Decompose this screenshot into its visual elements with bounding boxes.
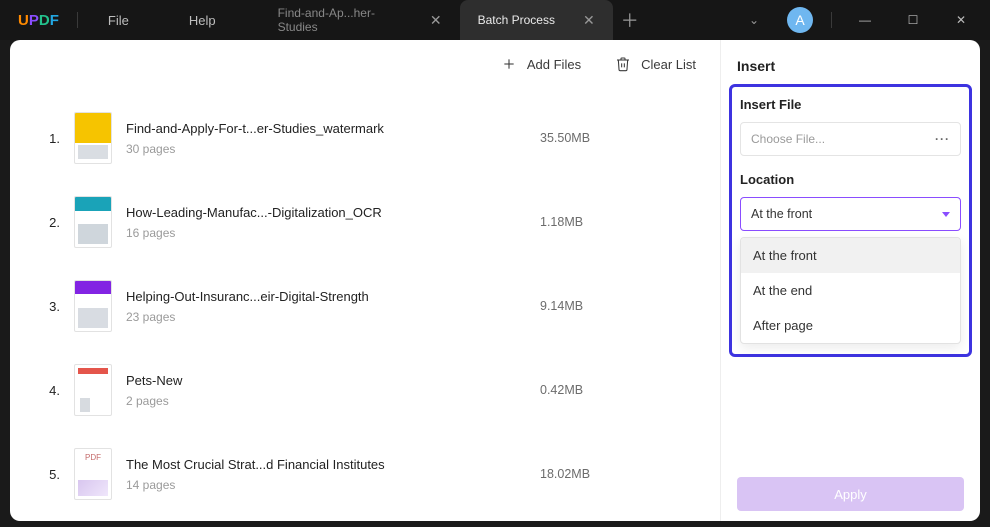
menu-help[interactable]: Help	[159, 13, 246, 28]
file-meta: How-Leading-Manufac...-Digitalization_OC…	[126, 205, 540, 240]
insert-file-label: Insert File	[740, 97, 961, 112]
trash-icon	[615, 56, 631, 72]
file-list: 1. Find-and-Apply-For-t...er-Studies_wat…	[10, 88, 720, 521]
main-panel: Add Files Clear List 1. Find-and-Apply-F…	[10, 40, 720, 521]
clear-list-label: Clear List	[641, 57, 696, 72]
file-thumbnail	[74, 448, 112, 500]
ellipsis-icon[interactable]: ···	[935, 132, 950, 146]
tab-batch-process[interactable]: Batch Process ✕	[460, 0, 613, 40]
titlebar-right: ⌄ A — ☐ ✕	[731, 7, 990, 33]
list-item[interactable]: 4. Pets-New 2 pages 0.42MB	[30, 348, 700, 432]
file-size: 35.50MB	[540, 131, 700, 145]
location-select[interactable]: At the front	[740, 197, 961, 231]
file-pages: 30 pages	[126, 142, 540, 156]
list-item[interactable]: 1. Find-and-Apply-For-t...er-Studies_wat…	[30, 96, 700, 180]
close-icon[interactable]: ✕	[583, 12, 595, 29]
file-name: Pets-New	[126, 373, 540, 388]
tab-strip: Find-and-Ap...her-Studies ✕ Batch Proces…	[260, 0, 647, 40]
maximize-button[interactable]: ☐	[898, 13, 928, 27]
row-number: 3.	[30, 299, 60, 314]
tab-label: Find-and-Ap...her-Studies	[278, 6, 402, 34]
chevron-down-icon	[942, 212, 950, 217]
close-icon[interactable]: ✕	[430, 12, 442, 29]
choose-file-placeholder: Choose File...	[751, 132, 825, 146]
plus-icon	[501, 56, 517, 72]
file-size: 9.14MB	[540, 299, 700, 313]
file-pages: 14 pages	[126, 478, 540, 492]
tab-label: Batch Process	[478, 13, 555, 27]
file-pages: 2 pages	[126, 394, 540, 408]
list-item[interactable]: 2. How-Leading-Manufac...-Digitalization…	[30, 180, 700, 264]
new-tab-button[interactable]: ＋	[613, 0, 647, 40]
add-files-label: Add Files	[527, 57, 581, 72]
list-item[interactable]: 3. Helping-Out-Insuranc...eir-Digital-St…	[30, 264, 700, 348]
location-option-end[interactable]: At the end	[741, 273, 960, 308]
file-thumbnail	[74, 364, 112, 416]
list-item[interactable]: 5. The Most Crucial Strat...d Financial …	[30, 432, 700, 516]
row-number: 4.	[30, 383, 60, 398]
location-label: Location	[740, 172, 961, 187]
file-pages: 16 pages	[126, 226, 540, 240]
side-title: Insert	[721, 40, 980, 74]
file-name: Find-and-Apply-For-t...er-Studies_waterm…	[126, 121, 540, 136]
location-option-after[interactable]: After page	[741, 308, 960, 343]
avatar[interactable]: A	[787, 7, 813, 33]
apply-button[interactable]: Apply	[737, 477, 964, 511]
file-size: 1.18MB	[540, 215, 700, 229]
tab-find-apply[interactable]: Find-and-Ap...her-Studies ✕	[260, 0, 460, 40]
file-thumbnail	[74, 280, 112, 332]
file-pages: 23 pages	[126, 310, 540, 324]
file-meta: Pets-New 2 pages	[126, 373, 540, 408]
row-number: 2.	[30, 215, 60, 230]
close-button[interactable]: ✕	[946, 13, 976, 27]
chevron-down-icon[interactable]: ⌄	[739, 9, 769, 31]
clear-list-button[interactable]: Clear List	[615, 56, 696, 72]
minimize-button[interactable]: —	[850, 13, 880, 27]
insert-settings-box: Insert File Choose File... ··· Location …	[729, 84, 972, 357]
location-selected-value: At the front	[751, 207, 812, 221]
row-number: 5.	[30, 467, 60, 482]
toolbar: Add Files Clear List	[10, 40, 720, 88]
file-name: How-Leading-Manufac...-Digitalization_OC…	[126, 205, 540, 220]
menu-file[interactable]: File	[78, 13, 159, 28]
file-name: The Most Crucial Strat...d Financial Ins…	[126, 457, 540, 472]
row-number: 1.	[30, 131, 60, 146]
file-meta: The Most Crucial Strat...d Financial Ins…	[126, 457, 540, 492]
divider	[831, 12, 832, 28]
location-dropdown: At the front At the end After page	[740, 237, 961, 344]
file-thumbnail	[74, 196, 112, 248]
titlebar: UPDF File Help Find-and-Ap...her-Studies…	[0, 0, 990, 40]
file-name: Helping-Out-Insuranc...eir-Digital-Stren…	[126, 289, 540, 304]
location-option-front[interactable]: At the front	[741, 238, 960, 273]
file-meta: Find-and-Apply-For-t...er-Studies_waterm…	[126, 121, 540, 156]
side-panel: Insert Insert File Choose File... ··· Lo…	[720, 40, 980, 521]
file-thumbnail	[74, 112, 112, 164]
app-logo: UPDF	[0, 12, 77, 29]
choose-file-input[interactable]: Choose File... ···	[740, 122, 961, 156]
file-meta: Helping-Out-Insuranc...eir-Digital-Stren…	[126, 289, 540, 324]
file-size: 18.02MB	[540, 467, 700, 481]
file-size: 0.42MB	[540, 383, 700, 397]
workspace: Add Files Clear List 1. Find-and-Apply-F…	[0, 40, 990, 527]
add-files-button[interactable]: Add Files	[501, 56, 581, 72]
